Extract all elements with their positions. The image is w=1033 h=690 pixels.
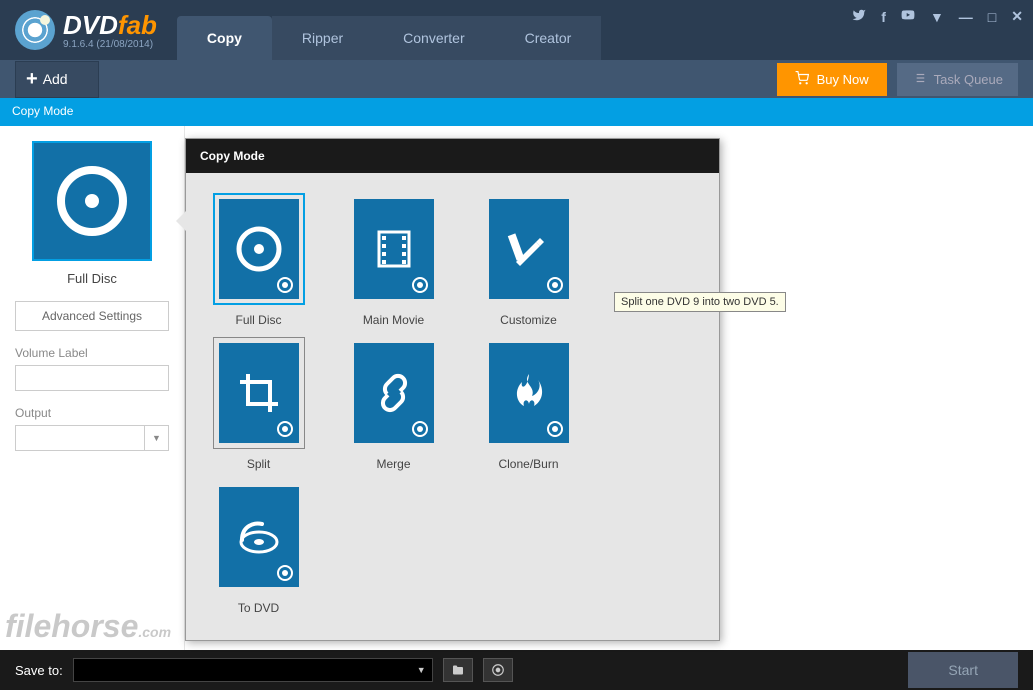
- current-mode-label: Full Disc: [15, 271, 169, 286]
- current-mode-tile[interactable]: [32, 141, 152, 261]
- tab-creator[interactable]: Creator: [495, 16, 602, 60]
- bluray-icon: [234, 512, 284, 562]
- twitter-icon[interactable]: [852, 8, 866, 25]
- disc-icon: [57, 166, 127, 236]
- tab-converter[interactable]: Converter: [373, 16, 494, 60]
- buy-now-button[interactable]: Buy Now: [777, 63, 887, 96]
- close-icon[interactable]: ✕: [1011, 8, 1023, 25]
- mode-split[interactable]: Split: [196, 337, 321, 471]
- crop-icon: [234, 368, 284, 418]
- popup-notch: [176, 211, 186, 231]
- split-tooltip: Split one DVD 9 into two DVD 5.: [614, 292, 786, 312]
- copy-mode-popup: Copy Mode Full Disc Main Movie Customize: [185, 138, 720, 641]
- sidebar: Full Disc Advanced Settings Volume Label…: [0, 126, 185, 650]
- save-to-combo[interactable]: ▼: [73, 658, 433, 682]
- volume-label-text: Volume Label: [15, 346, 169, 360]
- browse-folder-button[interactable]: [443, 658, 473, 682]
- add-button[interactable]: + Add: [15, 61, 99, 98]
- mode-customize[interactable]: Customize: [466, 193, 591, 327]
- popup-body: Full Disc Main Movie Customize Split: [186, 173, 719, 640]
- mode-main-movie[interactable]: Main Movie: [331, 193, 456, 327]
- youtube-icon[interactable]: [901, 8, 915, 25]
- pencil-ruler-icon: [504, 224, 554, 274]
- task-queue-button[interactable]: Task Queue: [897, 63, 1018, 96]
- save-to-label: Save to:: [15, 663, 63, 678]
- advanced-settings-button[interactable]: Advanced Settings: [15, 301, 169, 331]
- dropdown-icon[interactable]: ▼: [930, 9, 944, 25]
- app-version: 9.1.6.4 (21/08/2014): [63, 39, 157, 50]
- volume-label-input[interactable]: [15, 365, 169, 391]
- window-controls: f ▼ — □ ✕: [852, 8, 1023, 25]
- output-dropdown-button[interactable]: ▼: [145, 425, 169, 451]
- tab-ripper[interactable]: Ripper: [272, 16, 373, 60]
- main-tabs: Copy Ripper Converter Creator: [177, 0, 601, 60]
- mode-clone-burn[interactable]: Clone/Burn: [466, 337, 591, 471]
- maximize-icon[interactable]: □: [988, 9, 996, 25]
- copy-mode-bar: Copy Mode: [0, 98, 1033, 126]
- link-icon: [369, 368, 419, 418]
- logo-area: DVDfab 9.1.6.4 (21/08/2014): [0, 10, 157, 50]
- titlebar: DVDfab 9.1.6.4 (21/08/2014) Copy Ripper …: [0, 0, 1033, 60]
- film-icon: [369, 224, 419, 274]
- output-label-text: Output: [15, 406, 169, 420]
- facebook-icon[interactable]: f: [881, 9, 886, 25]
- cart-icon: [795, 71, 809, 88]
- logo-icon: [15, 10, 55, 50]
- tab-copy[interactable]: Copy: [177, 16, 272, 60]
- plus-icon: +: [26, 68, 38, 91]
- mode-to-dvd[interactable]: To DVD: [196, 481, 321, 615]
- flame-icon: [504, 368, 554, 418]
- iso-button[interactable]: [483, 658, 513, 682]
- app-name: DVDfab: [63, 10, 157, 41]
- toolbar: + Add Buy Now Task Queue: [0, 60, 1033, 98]
- output-input[interactable]: [15, 425, 145, 451]
- start-button[interactable]: Start: [908, 652, 1018, 688]
- disc-icon: [234, 224, 284, 274]
- mode-full-disc[interactable]: Full Disc: [196, 193, 321, 327]
- list-icon: [912, 71, 926, 88]
- mode-merge[interactable]: Merge: [331, 337, 456, 471]
- bottom-bar: Save to: ▼ Start: [0, 650, 1033, 690]
- minimize-icon[interactable]: —: [959, 9, 973, 25]
- popup-header: Copy Mode: [186, 139, 719, 173]
